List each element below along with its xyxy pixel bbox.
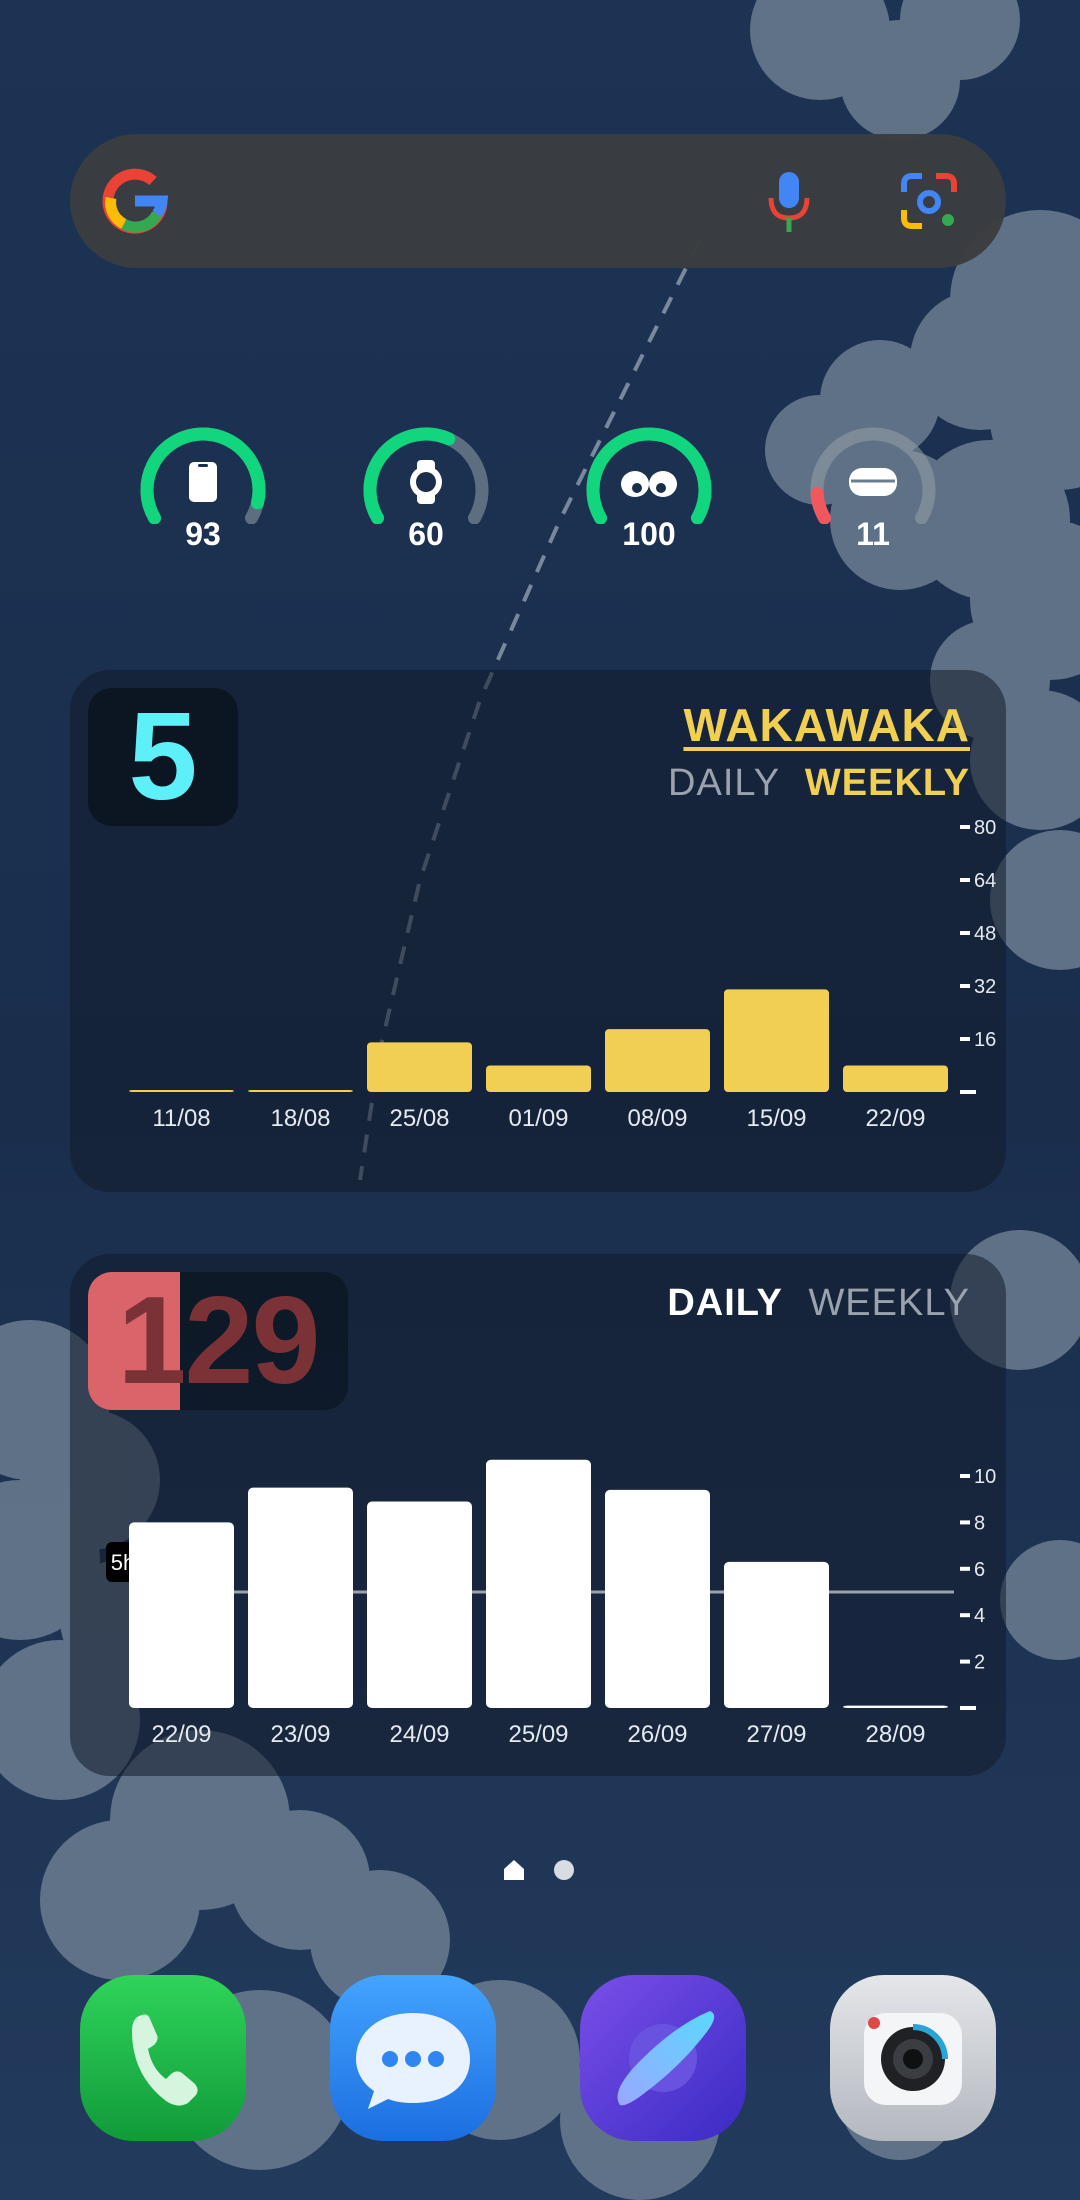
google-g-icon xyxy=(102,168,168,234)
messages-app-icon[interactable] xyxy=(330,1975,496,2141)
phone-icon xyxy=(80,1975,246,2141)
wakatime-widget[interactable]: 5 WAKAWAKA DAILY WEEKLY 11/08 18/08 25/08 0… xyxy=(70,670,1006,1192)
wakatime-counter: 5 xyxy=(88,688,238,826)
battery-gauge-watch: 60 xyxy=(356,424,496,560)
tab-daily[interactable]: DAILY xyxy=(668,762,779,804)
page-indicator[interactable] xyxy=(0,1858,1080,1884)
earbuds-icon xyxy=(621,471,677,497)
phone-app-icon[interactable] xyxy=(80,1975,246,2141)
screen-time-tabs: DAILY WEEKLY xyxy=(653,1282,970,1325)
wakatime-tabs: DAILY WEEKLY xyxy=(654,762,970,805)
chart-bar xyxy=(486,1065,591,1092)
camera-icon xyxy=(830,1975,996,2141)
tab-weekly[interactable]: WEEKLY xyxy=(805,762,970,804)
internet-icon xyxy=(580,1975,746,2141)
y-tick-label: 6 xyxy=(974,1559,985,1581)
screen-time-counter: 129 xyxy=(88,1272,348,1410)
battery-gauge-phone: 93 xyxy=(133,424,273,560)
battery-ring xyxy=(810,427,936,524)
wakatime-bar-chart: 11/08 18/08 25/08 01/09 08/09 15/09 22/09 16 32 4… xyxy=(129,820,996,1132)
y-tick-label: 48 xyxy=(974,923,996,945)
battery-level-label: 11 xyxy=(856,516,890,552)
camera-app-icon[interactable] xyxy=(830,1975,996,2141)
x-tick-label: 23/09 xyxy=(270,1721,330,1748)
internet-app-icon[interactable] xyxy=(580,1975,746,2141)
y-tick-label: 4 xyxy=(974,1605,985,1627)
screen-time-bar-chart: 5h22/09 23/09 24/09 25/09 26/09 27/09 28/09246… xyxy=(106,1459,996,1748)
y-tick-label: 8 xyxy=(974,1512,985,1534)
x-tick-label: 25/08 xyxy=(389,1105,449,1132)
x-tick-label: 27/09 xyxy=(746,1721,806,1748)
chart-bar xyxy=(605,1029,710,1092)
x-tick-label: 18/08 xyxy=(270,1105,330,1132)
x-tick-label: 25/09 xyxy=(508,1721,568,1748)
battery-ring xyxy=(586,427,712,524)
messages-icon xyxy=(330,1975,496,2141)
y-tick-label: 2 xyxy=(974,1652,985,1674)
battery-level-label: 100 xyxy=(622,516,676,552)
x-tick-label: 11/08 xyxy=(152,1105,210,1132)
tab-weekly[interactable]: WEEKLY xyxy=(808,1282,970,1324)
battery-gauge-earbuds: 100 xyxy=(579,424,719,560)
x-tick-label: 26/09 xyxy=(627,1721,687,1748)
home-page-icon[interactable] xyxy=(502,1858,526,1882)
chart-bar xyxy=(843,1065,948,1092)
page-dot[interactable] xyxy=(554,1860,574,1880)
battery-ring xyxy=(363,427,489,524)
screen-time-count: 129 xyxy=(117,1272,321,1410)
chart-bar xyxy=(129,1090,234,1092)
battery-level-label: 93 xyxy=(185,516,221,552)
microphone-icon[interactable] xyxy=(764,170,814,234)
chart-bar xyxy=(248,1090,353,1092)
chart-bar xyxy=(129,1522,234,1708)
chart-bar xyxy=(486,1459,591,1708)
chart-bar xyxy=(367,1501,472,1708)
battery-gauge-earbuds-case: 11 xyxy=(803,424,943,560)
wakatime-title[interactable]: WAKAWAKA xyxy=(683,698,970,752)
tab-daily[interactable]: DAILY xyxy=(667,1282,783,1324)
battery-level-label: 60 xyxy=(408,516,444,552)
y-tick-label: 10 xyxy=(974,1466,996,1488)
x-tick-label: 15/09 xyxy=(746,1105,806,1132)
google-search-bar[interactable] xyxy=(70,134,1006,268)
x-tick-label: 22/09 xyxy=(151,1721,211,1748)
y-tick-label: 64 xyxy=(974,870,996,892)
screen-time-widget[interactable]: 129 DAILY WEEKLY 5h 22/09 23/09 24/09 25/09 2… xyxy=(70,1254,1006,1776)
earbuds-case-icon xyxy=(849,468,897,496)
x-tick-label: 22/09 xyxy=(865,1105,925,1132)
chart-bar xyxy=(248,1487,353,1708)
chart-bar xyxy=(724,989,829,1092)
battery-fill xyxy=(810,487,831,524)
phone-icon xyxy=(189,462,217,502)
chart-bar xyxy=(843,1705,948,1708)
y-tick-label: 32 xyxy=(974,976,996,998)
x-tick-label: 01/09 xyxy=(508,1105,568,1132)
x-tick-label: 28/09 xyxy=(865,1721,925,1748)
battery-fill xyxy=(586,427,712,524)
y-tick-label: 16 xyxy=(974,1029,996,1051)
chart-bar xyxy=(724,1561,829,1708)
battery-ring xyxy=(140,427,266,524)
watch-icon xyxy=(410,460,442,504)
x-tick-label: 08/09 xyxy=(627,1105,687,1132)
google-lens-icon[interactable] xyxy=(900,172,958,230)
chart-bar xyxy=(605,1489,710,1708)
y-tick-label: 80 xyxy=(974,820,996,839)
x-tick-label: 24/09 xyxy=(389,1721,449,1748)
chart-bar xyxy=(367,1042,472,1092)
